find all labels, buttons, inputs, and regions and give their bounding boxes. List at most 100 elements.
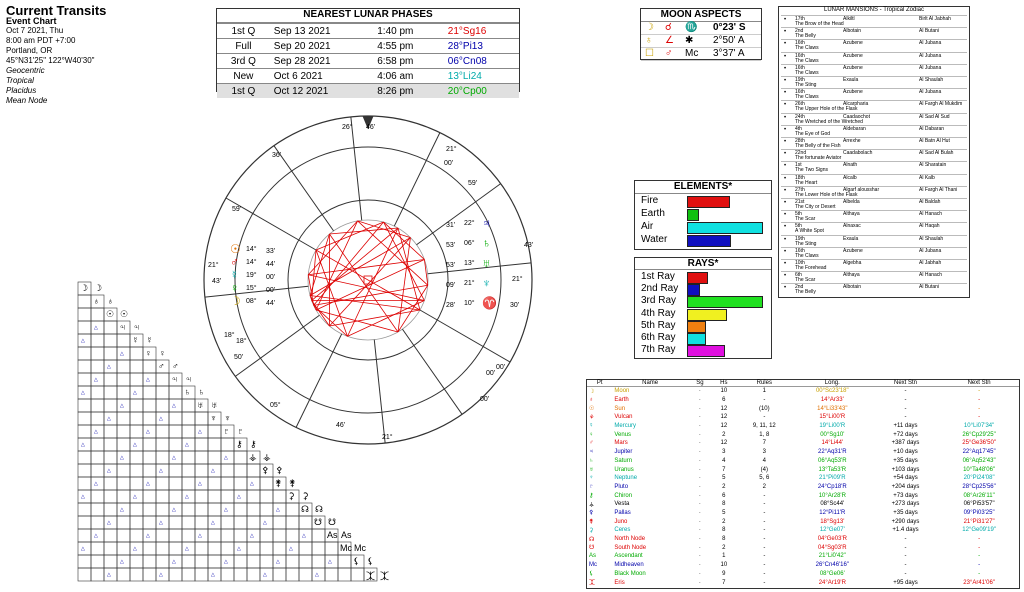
planet-next-station-pos: 21°Pi31'27" <box>963 518 995 525</box>
mansion-meaning: The Upper Hole of the Flask <box>795 106 858 113</box>
grid-diagonal-glyph-icon: ⚸ <box>367 556 374 566</box>
elements-bar <box>687 209 700 221</box>
page: { "header": { "title": "Current Transits… <box>0 0 1024 592</box>
phase-phase: 1st Q <box>231 25 256 37</box>
planet-house: 7 <box>722 580 726 587</box>
mansion-arabic: Al Hanach <box>919 272 943 279</box>
header-line: Portland, OR <box>6 46 53 55</box>
planet-glyph-icon: As <box>589 553 597 560</box>
mansion-meaning: The City or Desert <box>795 204 836 210</box>
planet-row: ♅ Uranus · 7 (4) 13°Ta53'R +103 days 10°Ta48'06… <box>587 465 1019 474</box>
planet-next-station-days: +290 days <box>891 518 920 525</box>
rays-bar <box>687 320 707 333</box>
planet-longitude: 00°Sg10' <box>820 431 845 438</box>
planet-sign-icon: · <box>698 527 701 534</box>
mansion-name: Althaya <box>843 272 860 279</box>
planet-next-station-pos: 12°Ge09'19" <box>962 527 996 534</box>
planet-next-station-days: +72 days <box>893 431 918 438</box>
mansion-row: 2nd Albotain Al Butani The Belly • <box>781 27 967 39</box>
mansion-meaning: The Claws <box>795 69 819 76</box>
phase-time: 6:58 pm <box>377 55 414 67</box>
mansion-icon: • <box>784 200 787 206</box>
planet-name: Uranus <box>614 466 634 473</box>
cusp-degree: 00' <box>480 396 490 403</box>
planet-longitude: 00°Sc23'18" <box>815 388 849 395</box>
cusp-degree: 59' <box>468 180 478 187</box>
mansion-meaning: The Scar <box>795 277 816 284</box>
phase-row: 1st Q Oct 12 2021 8:26 pm 20°Cp00 <box>217 83 519 98</box>
planet-next-station-pos: - <box>978 553 981 560</box>
mansion-row: 21st Albelda Al Baldah The City or Desert • <box>781 198 967 210</box>
mansion-icon: • <box>784 285 787 292</box>
planet-row: As Ascendant · 1 - 21°Li0'42" - - <box>587 552 1019 561</box>
mansion-icon: • <box>784 212 787 219</box>
planet-next-station-pos: - <box>978 536 981 543</box>
planet-rules: - <box>763 536 766 543</box>
cusp-degree: 00' <box>486 370 496 377</box>
cusp-degree: 21° <box>512 276 523 283</box>
aspect-type-icon: ☌ <box>665 22 672 33</box>
elements-label: Water <box>641 234 668 245</box>
planet-glyph-icon: ♃ <box>482 216 491 230</box>
planet-rules: 3 <box>762 449 766 456</box>
planet-sign-icon: · <box>698 397 701 404</box>
planet-next-station-pos: 20°Pi24'08" <box>963 475 995 482</box>
moon-aspect-row: ☐ ♂ Mc 3°37' A <box>641 48 761 61</box>
mansion-name: Althaya <box>843 211 860 218</box>
planet-house: 7 <box>722 466 726 473</box>
planet-row: ⚵ Juno · 2 - 18°Sg13' +290 days 21°Pi31'27" <box>587 517 1019 526</box>
grid-row-glyph-icon: ♆ <box>210 413 217 423</box>
mansion-arabic: Al Hanach <box>919 211 943 218</box>
planet-house: 8 <box>722 501 726 508</box>
planet-sign-icon: · <box>698 431 701 438</box>
planet-degree: 19° <box>246 272 257 279</box>
planet-glyph-icon: ♅ <box>589 466 594 473</box>
phase-time: 1:40 pm <box>377 25 414 37</box>
planet-rules: (10) <box>758 405 770 412</box>
mansion-icon: • <box>784 163 787 170</box>
planet-glyph-icon: ☉ <box>230 242 241 256</box>
planet-longitude: 06°Aq53'R <box>818 457 847 464</box>
rays-bar <box>687 308 728 321</box>
planet-rules: - <box>763 553 766 560</box>
grid-row-glyph-icon: ♃ <box>119 322 126 332</box>
chart-header: Current Transits Event Chart Oct 7 2021,… <box>6 3 106 106</box>
mansion-row: 17th Alkiltl Birlt Al Jabhah The Brow of th… <box>781 15 967 27</box>
planet-next-station-pos: 28°Cp25'56" <box>962 483 996 490</box>
planet-degree: 21° <box>464 280 475 287</box>
planet-longitude: 08°Sc44' <box>820 501 845 508</box>
planet-table: Pt Name Sg Hs Rules Long. Next Stn Next Stn ☽ Mo… <box>587 380 1019 588</box>
mansion-arabic: Al Shaulah <box>919 77 944 83</box>
mansion-arabic: Al Fargh Al Mukdim <box>919 101 963 108</box>
elements-label: Air <box>641 221 654 232</box>
mansion-arabic: Al Sharatain <box>919 162 947 169</box>
grid-row-glyph-icon: ☿ <box>132 335 139 345</box>
phase-pos: 21°Sg16 <box>447 25 487 37</box>
grid-diagonal-glyph-icon: ⚳ <box>302 491 309 501</box>
grid-row-glyph-icon: ♂ <box>158 361 165 371</box>
planet-sign-icon: · <box>698 405 701 412</box>
mansion-icon: • <box>784 187 787 194</box>
planet-house: 5 <box>722 475 726 482</box>
mansion-name: Exaula <box>843 77 859 83</box>
phase-phase: 1st Q <box>231 85 256 97</box>
grid-diagonal-glyph-icon: ☽ <box>94 283 103 293</box>
mansion-icon: • <box>784 175 787 182</box>
moon-aspects-title: MOON ASPECTS <box>641 9 761 22</box>
planet-next-station-pos: - <box>978 562 981 569</box>
mansion-arabic: Al Jubana <box>919 64 942 71</box>
mansion-icon: • <box>784 273 787 280</box>
mansion-arabic: Birlt Al Jabhah <box>919 16 951 22</box>
planet-next-station-days: +103 days <box>891 466 920 473</box>
planet-sign-icon: · <box>698 475 701 482</box>
phase-row: Full Sep 20 2021 4:55 pm 28°Pi13 <box>217 38 519 54</box>
planet-rules: (4) <box>760 466 768 473</box>
header-line: Oct 7 2021, Thu <box>6 26 64 35</box>
mansion-row: 28th Arrexhe Al Batn Al Hut The Belly of th… <box>781 137 967 149</box>
planet-sign-icon: · <box>698 466 701 473</box>
planet-glyph-icon: ♂ <box>230 255 239 269</box>
planet-glyph-icon: ⚘ <box>589 414 595 421</box>
mansion-arabic: Al Butani <box>919 28 940 35</box>
planet-name: Ascendant <box>614 553 643 560</box>
planet-house: 8 <box>722 527 726 534</box>
